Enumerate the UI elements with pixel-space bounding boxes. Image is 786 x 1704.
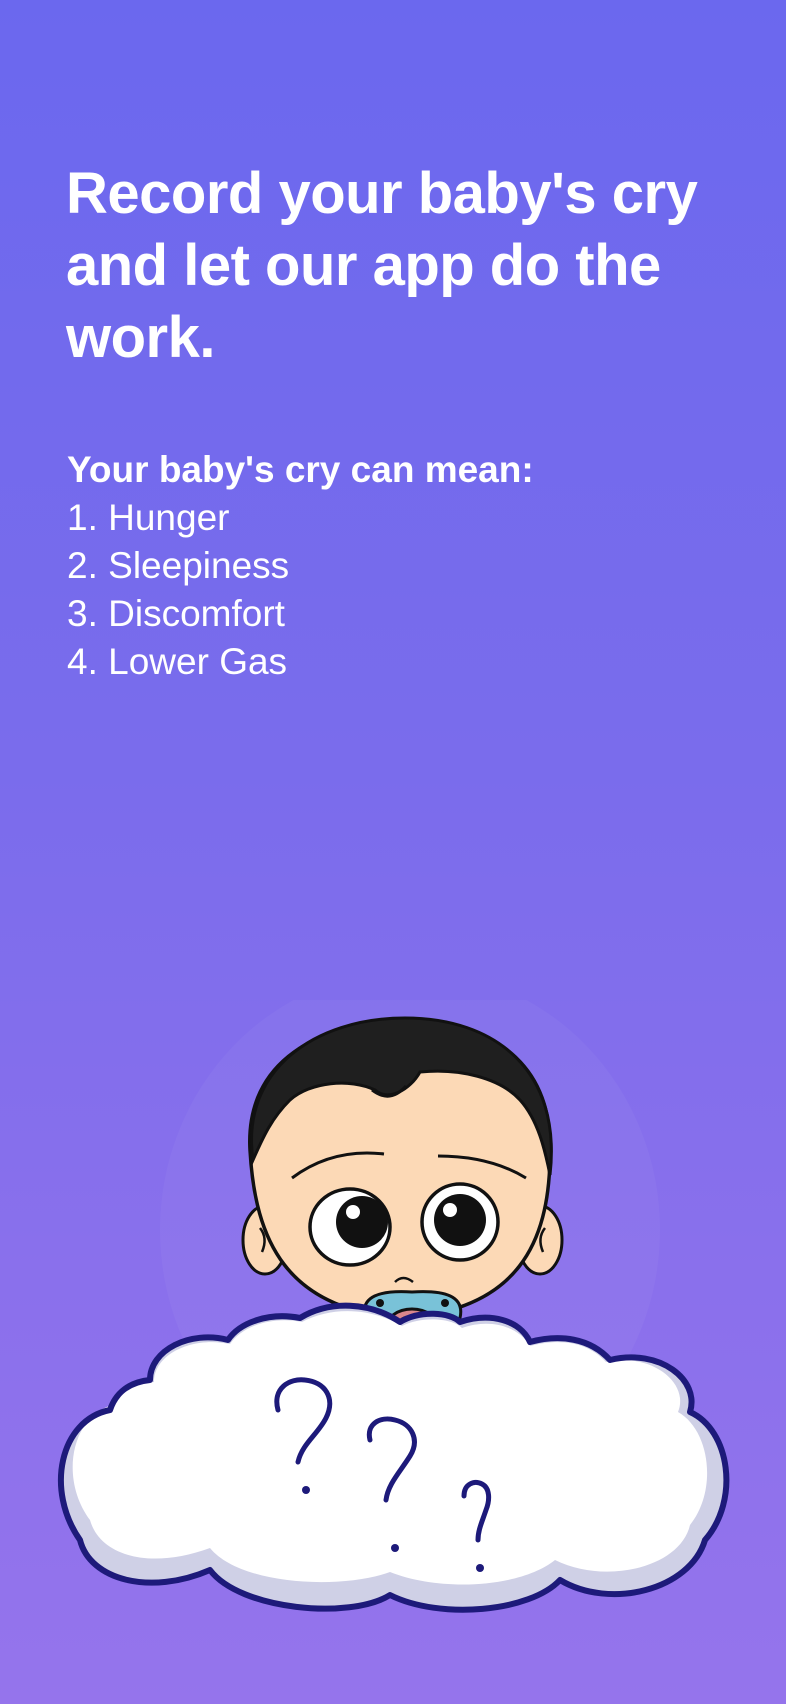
onboarding-headline: Record your baby's cry and let our app d… <box>66 161 698 370</box>
cry-meanings-list: 1. Hunger 2. Sleepiness 3. Discomfort 4.… <box>67 494 667 686</box>
baby-cloud-illustration <box>57 1000 730 1613</box>
cry-meaning-hunger: 1. Hunger <box>67 497 230 538</box>
cry-meanings-title: Your baby's cry can mean: <box>67 449 534 490</box>
cry-meaning-lower-gas: 4. Lower Gas <box>67 641 288 682</box>
cry-meaning-sleepiness: 2. Sleepiness <box>67 545 290 586</box>
cry-meanings-section: Your baby's cry can mean: 1. Hunger 2. S… <box>67 446 667 686</box>
cry-meaning-discomfort: 3. Discomfort <box>67 593 285 634</box>
